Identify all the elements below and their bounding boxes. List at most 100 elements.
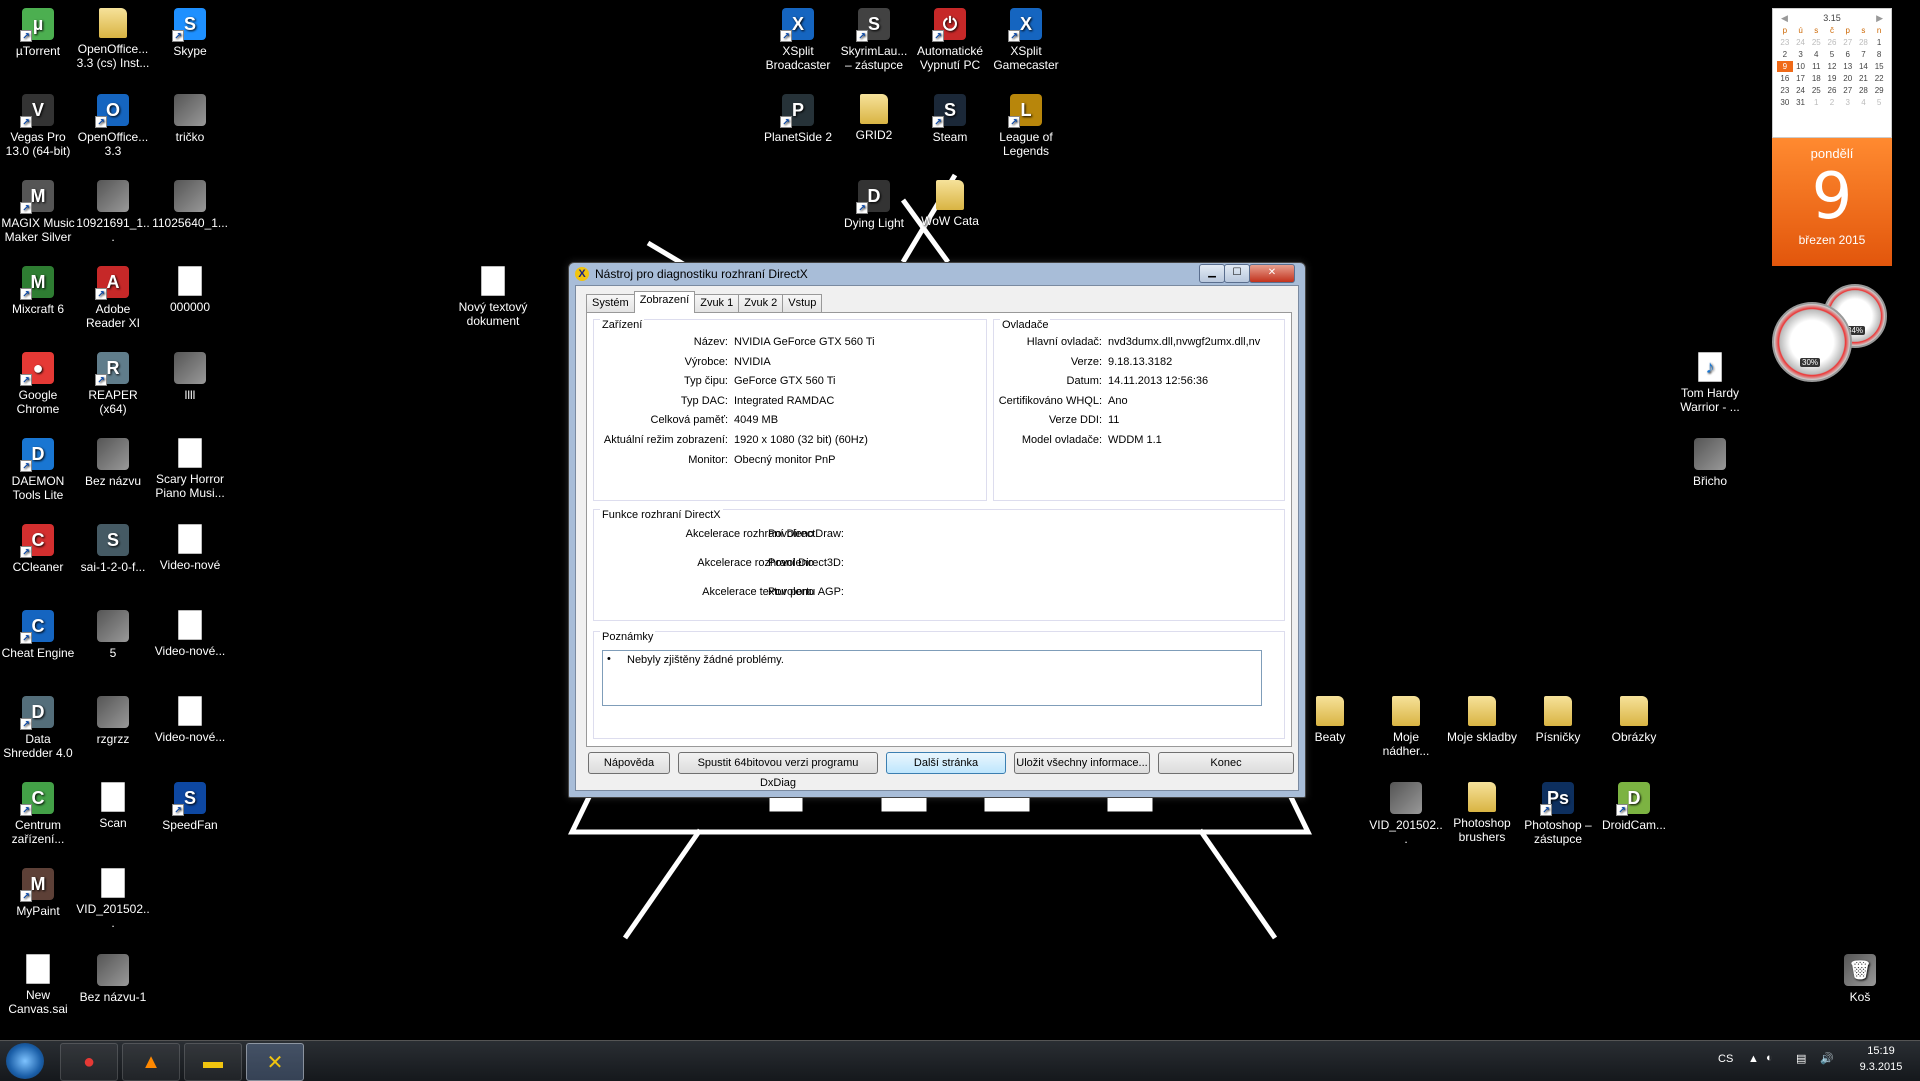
desktop-icon-wowcata[interactable]: WoW Cata (912, 180, 988, 228)
desktop-icon-autooff[interactable]: ⏻Automatické Vypnutí PC (912, 8, 988, 72)
desktop-icon-tricko[interactable]: tričko (152, 94, 228, 144)
volume-icon[interactable]: 🔊 (1820, 1052, 1834, 1065)
calendar-day[interactable]: 19 (1824, 73, 1840, 84)
calendar-prev-icon[interactable]: ◀ (1781, 13, 1788, 24)
tab-sound-2[interactable]: Zvuk 2 (738, 294, 784, 313)
calendar-day[interactable]: 27 (1840, 37, 1856, 48)
calendar-day[interactable]: 10 (1793, 61, 1809, 72)
title-bar[interactable]: X Nástroj pro diagnostiku rozhraní Direc… (569, 263, 1305, 285)
desktop-icon-scan[interactable]: Scan (75, 782, 151, 830)
calendar-day[interactable]: 20 (1840, 73, 1856, 84)
tab-system[interactable]: Systém (586, 294, 635, 313)
calendar-day[interactable]: 2 (1777, 49, 1793, 60)
calendar-day[interactable]: 15 (1871, 61, 1887, 72)
desktop-icon-bricho[interactable]: Břicho (1672, 438, 1748, 488)
desktop-icon-mojenadher[interactable]: Moje nádher... (1368, 696, 1444, 758)
desktop-icon-adobe[interactable]: AAdobe Reader XI (75, 266, 151, 330)
desktop-icon-cheat[interactable]: C Cheat Engine (0, 610, 76, 660)
clock-time[interactable]: 15:19 (1856, 1045, 1906, 1057)
desktop-icon-ccleaner[interactable]: C CCleaner (0, 524, 76, 574)
desktop-icon-daemon[interactable]: DDAEMON Tools Lite (0, 438, 76, 502)
tray-app-icon[interactable]: ◐ (1766, 1052, 1773, 1064)
desktop-icon-lol[interactable]: LLeague of Legends (988, 94, 1064, 158)
calendar-day[interactable]: 1 (1871, 37, 1887, 48)
desktop-icon-shredder[interactable]: DData Shredder 4.0 (0, 696, 76, 760)
calendar-day[interactable]: 4 (1808, 49, 1824, 60)
start-button[interactable] (6, 1043, 44, 1079)
exit-button[interactable]: Konec (1158, 752, 1294, 774)
calendar-day[interactable]: 11 (1808, 61, 1824, 72)
calendar-day[interactable]: 24 (1793, 37, 1809, 48)
calendar-day[interactable]: 9 (1777, 61, 1793, 72)
calendar-day[interactable]: 25 (1808, 37, 1824, 48)
calendar-day[interactable]: 30 (1777, 97, 1793, 108)
taskbar-dxdiag[interactable]: ✕ (246, 1043, 304, 1081)
desktop-icon-skype[interactable]: S Skype (152, 8, 228, 58)
close-button[interactable]: ✕ (1249, 264, 1295, 283)
save-all-info-button[interactable]: Uložit všechny informace... (1014, 752, 1150, 774)
desktop-icon-xsplit-g[interactable]: XXSplit Gamecaster (988, 8, 1064, 72)
desktop-icon-vegas[interactable]: VVegas Pro 13.0 (64-bit) (0, 94, 76, 158)
calendar-day[interactable]: 1 (1808, 97, 1824, 108)
calendar-gadget[interactable]: ◀ 3.15 ▶ p ú s č p s n 23 24 25 26 27 28 1 2 3 4 5 6 7 8 9 10 1… (1772, 8, 1892, 266)
desktop-icon-mypaint[interactable]: M MyPaint (0, 868, 76, 918)
desktop-icon-five[interactable]: 5 (75, 610, 151, 660)
desktop-icon-psbrushes[interactable]: Photoshop brushers (1444, 782, 1520, 844)
calendar-day[interactable]: 8 (1871, 49, 1887, 60)
calendar-day[interactable]: 22 (1871, 73, 1887, 84)
tab-sound-1[interactable]: Zvuk 1 (694, 294, 740, 313)
tray-arrow-icon[interactable]: ▲ (1748, 1053, 1759, 1065)
calendar-day[interactable]: 18 (1808, 73, 1824, 84)
calendar-day[interactable]: 23 (1777, 37, 1793, 48)
desktop-icon-steam[interactable]: S Steam (912, 94, 988, 144)
calendar-day[interactable]: 7 (1856, 49, 1872, 60)
calendar-day[interactable]: 23 (1777, 85, 1793, 96)
desktop-icon-vid2015b[interactable]: VID_201502... (1368, 782, 1444, 846)
taskbar-vlc[interactable]: ▲ (122, 1043, 180, 1081)
desktop-icon-dyinglight[interactable]: D Dying Light (836, 180, 912, 230)
desktop-icon-mixcraft[interactable]: M Mixcraft 6 (0, 266, 76, 316)
desktop-icon-droidcam[interactable]: D DroidCam... (1596, 782, 1672, 832)
desktop-icon-beznazvu1[interactable]: Bez názvu-1 (75, 954, 151, 1004)
desktop-icon-speedfan[interactable]: S SpeedFan (152, 782, 228, 832)
calendar-day[interactable]: 27 (1840, 85, 1856, 96)
desktop-icon-skyrim[interactable]: SSkyrimLau... – zástupce (836, 8, 912, 72)
desktop-icon-video-nove[interactable]: Video-nové (152, 524, 228, 572)
desktop-icon-pisnicky[interactable]: Písničky (1520, 696, 1596, 744)
maximize-button[interactable]: ☐ (1224, 264, 1250, 283)
desktop-icon-grid2[interactable]: GRID2 (836, 94, 912, 142)
calendar-day[interactable]: 6 (1840, 49, 1856, 60)
desktop-icon-scary[interactable]: Scary Horror Piano Musi... (152, 438, 228, 500)
desktop-icon-file000000[interactable]: 000000 (152, 266, 228, 314)
desktop-icon-textdoc[interactable]: Nový textový dokument (455, 266, 531, 328)
desktop-icon-newcanvas[interactable]: New Canvas.sai (0, 954, 76, 1016)
desktop-icon-video-nove2[interactable]: Video-nové... (152, 610, 228, 658)
desktop-icon-mojeskladby[interactable]: Moje skladby (1444, 696, 1520, 744)
calendar-day[interactable]: 2 (1824, 97, 1840, 108)
calendar-day[interactable]: 13 (1840, 61, 1856, 72)
desktop-icon-llll[interactable]: llll (152, 352, 228, 402)
calendar-day[interactable]: 21 (1856, 73, 1872, 84)
dxdiag-window[interactable]: X Nástroj pro diagnostiku rozhraní Direc… (568, 262, 1306, 798)
next-page-button[interactable]: Další stránka (886, 752, 1006, 774)
desktop-icon-reaper[interactable]: RREAPER (x64) (75, 352, 151, 416)
calendar-day[interactable]: 28 (1856, 85, 1872, 96)
desktop-icon-img1[interactable]: 10921691_1... (75, 180, 151, 244)
calendar-day[interactable]: 3 (1840, 97, 1856, 108)
calendar-day[interactable]: 31 (1793, 97, 1809, 108)
minimize-button[interactable]: ▁ (1199, 264, 1225, 283)
language-indicator[interactable]: CS (1718, 1053, 1733, 1065)
calendar-day[interactable]: 5 (1871, 97, 1887, 108)
calendar-day[interactable]: 16 (1777, 73, 1793, 84)
desktop-icon-kos[interactable]: 🗑 Koš (1822, 954, 1898, 1004)
network-icon[interactable]: ▤ (1796, 1052, 1806, 1065)
desktop-icon-chrome[interactable]: ●Google Chrome (0, 352, 76, 416)
calendar-day[interactable]: 3 (1793, 49, 1809, 60)
desktop-icon-tomhardy[interactable]: ♪ Tom Hardy Warrior - ... (1672, 352, 1748, 414)
tab-input[interactable]: Vstup (782, 294, 823, 313)
desktop-icon-rzgrzz[interactable]: rzgrzz (75, 696, 151, 746)
calendar-day[interactable]: 25 (1808, 85, 1824, 96)
desktop-icon-vid2015a[interactable]: VID_201502... (75, 868, 151, 930)
desktop-icon-img2[interactable]: 11025640_1... (152, 180, 228, 230)
desktop-icon-magix[interactable]: MMAGIX Music Maker Silver (0, 180, 76, 244)
